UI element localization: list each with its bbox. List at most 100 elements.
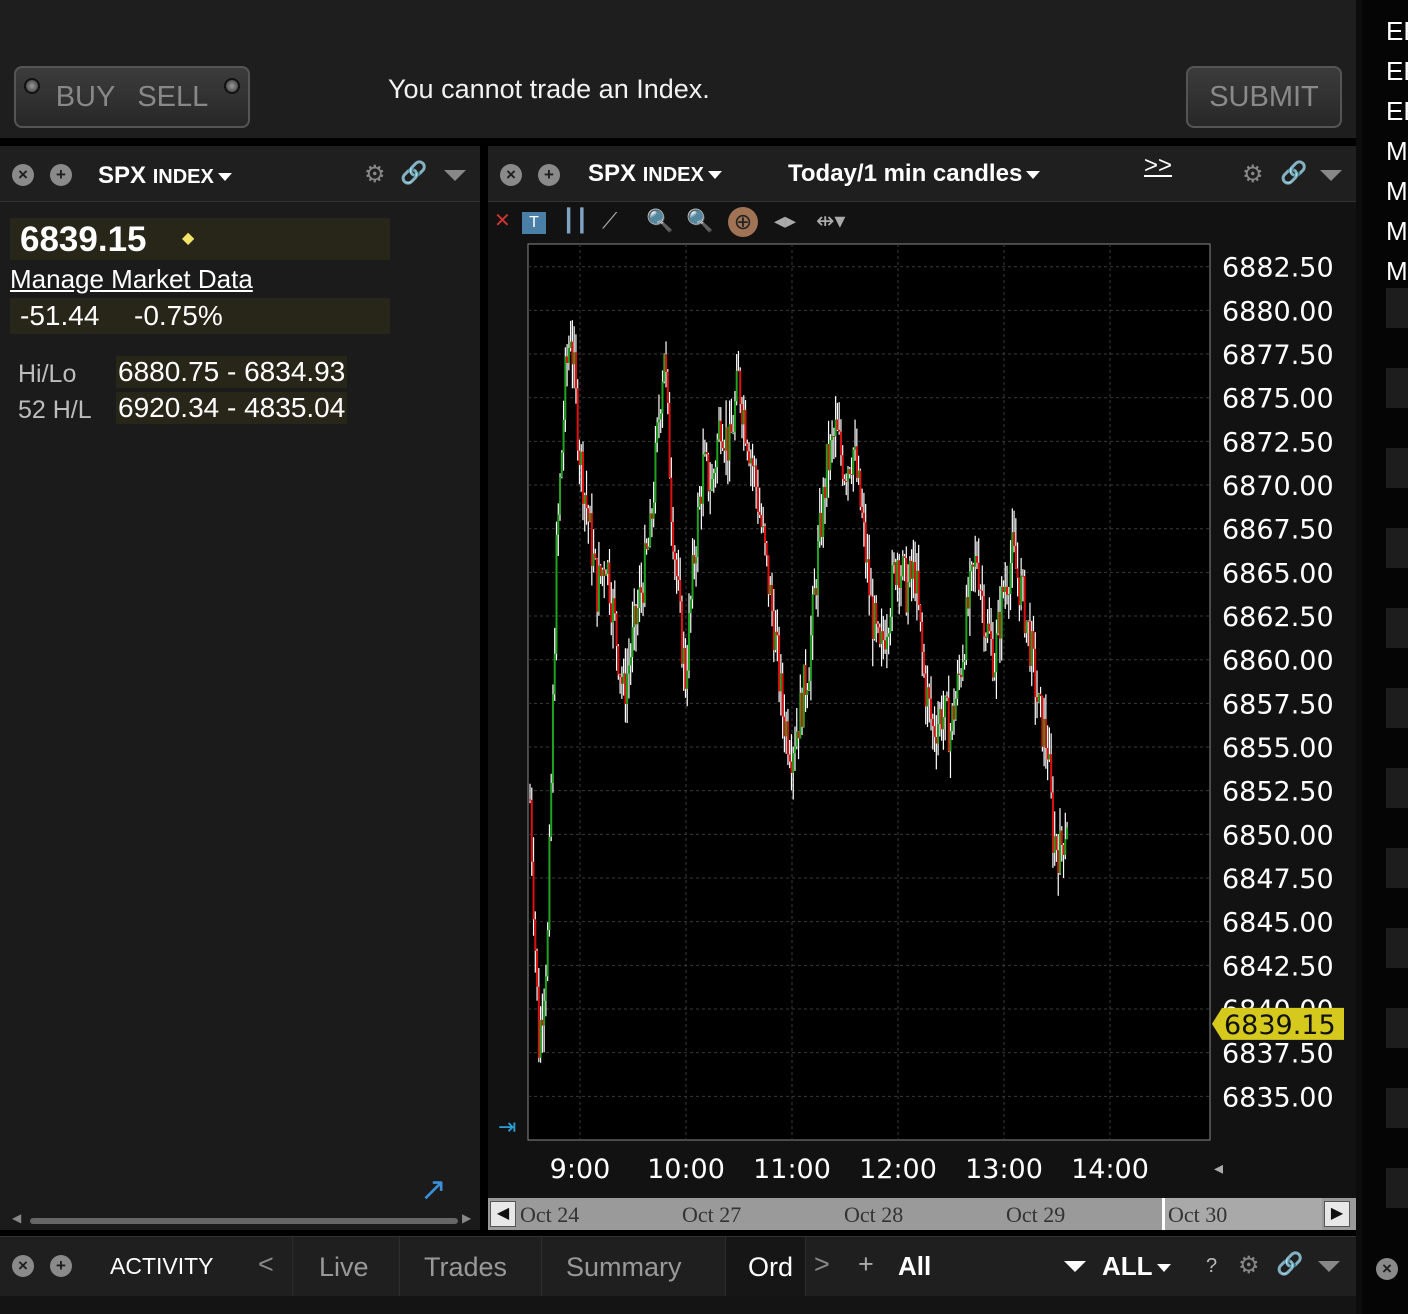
help-button[interactable]: ? (1206, 1255, 1217, 1278)
close-toolbar-icon[interactable]: ✕ (494, 208, 511, 233)
add-tab-button[interactable]: + (858, 1249, 874, 1280)
right-strip-row[interactable] (1386, 608, 1408, 648)
add-icon[interactable]: + (50, 1255, 72, 1277)
candle-body (815, 588, 818, 596)
timeline-navigator[interactable]: ◀ Oct 24 Oct 27 Oct 28 Oct 29 Oct 30 ▶ (488, 1198, 1356, 1230)
manage-market-data-link[interactable]: Manage Market Data (10, 264, 253, 295)
tabs-next-button[interactable]: > (814, 1249, 830, 1280)
bars-icon[interactable]: ┃┃ (562, 208, 589, 234)
tab-live[interactable]: Live (292, 1237, 400, 1297)
add-icon[interactable]: + (50, 164, 72, 186)
right-strip-row[interactable] (1386, 688, 1408, 728)
right-strip-row[interactable] (1386, 768, 1408, 808)
triangle-menu-icon[interactable] (444, 170, 466, 181)
fit-icon[interactable]: ⇹▾ (816, 208, 845, 234)
candle-body (919, 605, 922, 622)
scroll-left-icon[interactable]: ◀ (12, 1211, 21, 1225)
right-strip-label[interactable]: M (1386, 216, 1408, 247)
candle-body (792, 753, 795, 774)
candle-body (765, 542, 768, 556)
link-icon[interactable]: 🔗 (1280, 160, 1307, 186)
crosshair-icon[interactable]: ⊕ (728, 207, 758, 237)
right-strip-row[interactable] (1386, 1088, 1408, 1128)
filter-dropdown-icon[interactable] (1064, 1261, 1086, 1272)
candle-body (672, 522, 675, 552)
triangle-menu-icon[interactable] (1320, 170, 1342, 181)
right-strip-row[interactable] (1386, 1168, 1408, 1208)
right-strip-label[interactable]: M (1386, 256, 1408, 287)
plot-area[interactable] (527, 243, 1211, 1141)
close-icon[interactable]: × (500, 164, 522, 186)
right-strip-row[interactable] (1386, 928, 1408, 968)
buy-label[interactable]: BUY (56, 81, 116, 114)
candle-body (665, 354, 668, 372)
chevron-down-icon (707, 170, 722, 179)
sell-label[interactable]: SELL (137, 81, 208, 114)
y-axis: 6882.50 6880.00 6877.50 6875.00 6872.50 6870.… (1212, 253, 1344, 1113)
candle-body (604, 573, 607, 577)
draw-line-icon[interactable]: ⟋ (602, 208, 617, 234)
timeline-left-icon[interactable]: ◀ (490, 1201, 516, 1227)
close-icon[interactable]: × (12, 1255, 34, 1277)
right-strip-row[interactable] (1386, 288, 1408, 328)
candle-body (799, 692, 802, 739)
right-strip-label[interactable]: M (1386, 176, 1408, 207)
timeline-date: Oct 27 (682, 1202, 742, 1227)
price-chart[interactable]: 6882.50 6880.00 6877.50 6875.00 6872.50 6870.… (488, 240, 1356, 1198)
add-icon[interactable]: + (538, 164, 560, 186)
hilo-high: 6880.75 (118, 356, 220, 387)
chart-period-selector[interactable]: Today/1 min candles (788, 160, 1041, 188)
right-strip-label[interactable]: EE (1386, 16, 1408, 47)
zoom-out-icon[interactable]: 🔍 (686, 208, 713, 234)
candle-body (963, 660, 966, 662)
right-strip-row[interactable] (1386, 848, 1408, 888)
zoom-in-icon[interactable]: 🔍 (646, 208, 673, 234)
right-strip-row[interactable] (1386, 528, 1408, 568)
scroll-right-icon[interactable]: ▶ (462, 1211, 471, 1225)
candle-body (700, 496, 703, 504)
right-strip-row[interactable] (1386, 448, 1408, 488)
right-strip-label[interactable]: EE (1386, 96, 1408, 127)
scroll-to-end-icon[interactable]: ◂ (1214, 1158, 1223, 1178)
candle-body (1064, 839, 1067, 856)
symbol-selector[interactable]: SPX INDEX (98, 162, 232, 190)
text-tool-icon[interactable]: T (522, 212, 546, 234)
more-button[interactable]: >> (1144, 152, 1172, 180)
right-strip-label[interactable]: M (1386, 136, 1408, 167)
right-strip-row[interactable] (1386, 1008, 1408, 1048)
close-icon[interactable]: × (12, 164, 34, 186)
link-icon[interactable]: 🔗 (400, 160, 427, 186)
tab-orders[interactable]: Ord (726, 1237, 806, 1297)
expand-arrow-icon[interactable]: ↗ (420, 1170, 447, 1208)
last-price-label: 6839.15 (1224, 1010, 1336, 1041)
right-strip-label[interactable]: EE (1386, 56, 1408, 87)
triangle-menu-icon[interactable] (1318, 1261, 1340, 1272)
chart-symbol-selector[interactable]: SPX INDEX (588, 160, 722, 188)
candle-body (608, 562, 611, 604)
submit-button[interactable]: SUBMIT (1186, 66, 1342, 128)
candle-body (536, 950, 539, 987)
candle-body (716, 439, 719, 468)
gear-icon[interactable]: ⚙ (364, 160, 386, 189)
tabs-prev-button[interactable]: < (258, 1249, 274, 1280)
link-icon[interactable]: 🔗 (1276, 1251, 1303, 1277)
horizontal-scrollbar[interactable]: ◀ ▶ (12, 1211, 478, 1228)
gear-icon[interactable]: ⚙ (1238, 1251, 1260, 1280)
scrollbar-thumb[interactable] (30, 1218, 458, 1224)
candle-body (841, 455, 844, 479)
cursor-marker-icon[interactable]: ⇥ (498, 1114, 516, 1139)
filter-all[interactable]: All (898, 1251, 931, 1282)
tab-trades[interactable]: Trades (400, 1237, 542, 1297)
account-selector[interactable]: ALL (1102, 1251, 1171, 1282)
candle-body (884, 640, 887, 650)
close-icon[interactable]: × (1376, 1258, 1398, 1280)
gear-icon[interactable]: ⚙ (1242, 160, 1264, 189)
candle-body (760, 515, 763, 528)
right-strip-row[interactable] (1386, 368, 1408, 408)
candle-body (794, 746, 796, 754)
buy-sell-toggle[interactable]: BUY SELL (14, 66, 250, 128)
timeline-right-icon[interactable]: ▶ (1324, 1201, 1350, 1227)
candle-body (771, 585, 774, 611)
pan-icon[interactable]: ◂▸ (774, 208, 796, 234)
tab-summary[interactable]: Summary (542, 1237, 726, 1297)
